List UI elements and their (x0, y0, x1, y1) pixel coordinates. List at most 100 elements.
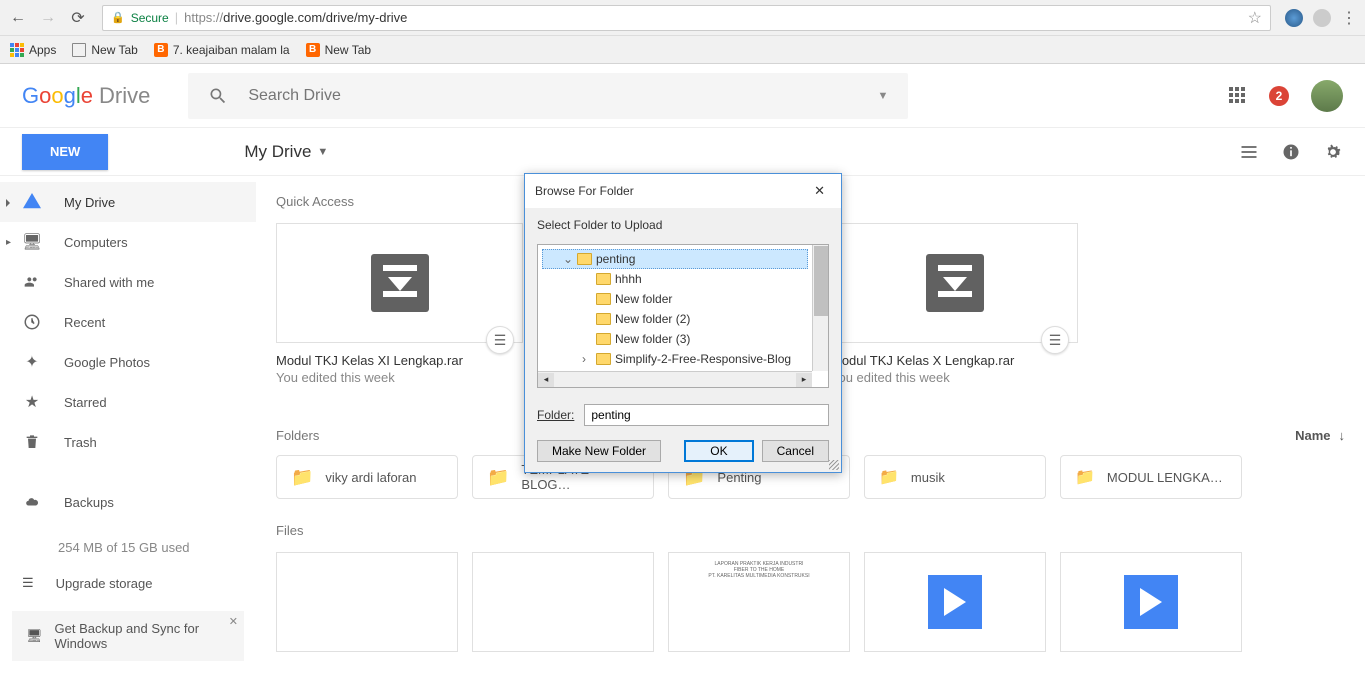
browser-toolbar: ← → ⟳ 🔒 Secure | https://drive.google.co… (0, 0, 1365, 36)
bookmark-keajaiban[interactable]: B7. keajaiban malam la (154, 43, 290, 57)
computer-icon: 🖥 (22, 232, 42, 252)
file-type-badge: ☰ (1041, 326, 1069, 354)
sidebar-item-shared[interactable]: Shared with me (0, 262, 256, 302)
people-icon (22, 274, 42, 290)
vertical-scrollbar[interactable] (812, 245, 828, 371)
folder-icon: 📁 (291, 467, 313, 488)
chrome-menu-icon[interactable]: ⋮ (1341, 8, 1357, 28)
breadcrumb[interactable]: My Drive ▼ (244, 142, 328, 162)
document-preview (473, 553, 653, 651)
folder-icon (596, 293, 611, 305)
lock-icon: 🔒 (111, 11, 125, 24)
drive-icon (23, 193, 41, 211)
archive-icon (371, 254, 429, 312)
folder-card[interactable]: 📁viky ardi laforan (276, 455, 458, 499)
file-card[interactable] (276, 552, 458, 652)
quick-access-card[interactable]: ☰ Modul TKJ Kelas XI Lengkap.rar You edi… (276, 223, 523, 400)
folder-field-label: Folder: (537, 408, 574, 422)
tree-node[interactable]: New folder (3) (542, 329, 808, 349)
tree-node[interactable]: New folder (2) (542, 309, 808, 329)
search-options-icon[interactable]: ▼ (877, 90, 888, 102)
bookmarks-bar: Apps New Tab B7. keajaiban malam la BNew… (0, 36, 1365, 64)
tree-node-root[interactable]: ⌄penting (542, 249, 808, 269)
file-card[interactable] (864, 552, 1046, 652)
bookmark-newtab[interactable]: New Tab (72, 43, 137, 57)
clock-icon (22, 313, 42, 331)
tree-node[interactable]: ›Simplify-2-Free-Responsive-Blog (542, 349, 808, 369)
notifications-badge[interactable]: 2 (1269, 86, 1289, 106)
search-input[interactable] (248, 87, 857, 105)
folder-card[interactable]: 📁MODUL LENGKA… (1060, 455, 1242, 499)
collapse-icon[interactable]: ⌄ (563, 252, 573, 266)
account-avatar[interactable] (1311, 80, 1343, 112)
sidebar-item-recent[interactable]: Recent (0, 302, 256, 342)
settings-icon[interactable] (1323, 142, 1343, 162)
storage-icon: ☰ (22, 575, 34, 591)
files-heading: Files (276, 523, 1345, 538)
make-new-folder-button[interactable]: Make New Folder (537, 440, 661, 462)
file-type-badge: ☰ (486, 326, 514, 354)
folder-icon (596, 333, 611, 345)
address-bar[interactable]: 🔒 Secure | https://drive.google.com/driv… (102, 5, 1271, 31)
sidebar-item-photos[interactable]: ✦Google Photos (0, 342, 256, 382)
bookmark-newtab2[interactable]: BNew Tab (306, 43, 371, 57)
reload-icon[interactable]: ⟳ (68, 8, 88, 28)
sort-control[interactable]: Name↓ (1295, 428, 1345, 443)
folder-card[interactable]: 📁musik (864, 455, 1046, 499)
sidebar-item-computers[interactable]: 🖥Computers▸ (0, 222, 256, 262)
tree-node[interactable]: New folder (542, 289, 808, 309)
sidebar-item-backups[interactable]: Backups (0, 482, 256, 522)
forward-icon[interactable]: → (38, 9, 58, 27)
page-icon (72, 43, 86, 57)
dialog-titlebar[interactable]: Browse For Folder ✕ (525, 174, 841, 208)
new-button[interactable]: NEW (22, 134, 108, 170)
sidebar: My Drive 🖥Computers▸ Shared with me Rece… (0, 176, 256, 698)
google-apps-icon[interactable] (1229, 87, 1247, 105)
extension-icon[interactable] (1285, 9, 1303, 27)
folder-icon (577, 253, 592, 265)
folder-icon (596, 353, 611, 365)
sidebar-item-mydrive[interactable]: My Drive (0, 182, 256, 222)
file-card[interactable]: LAPORAN PRAKTIK KERJA INDUSTRIFIBER TO T… (668, 552, 850, 652)
browse-folder-dialog: Browse For Folder ✕ Select Folder to Upl… (524, 173, 842, 473)
back-icon[interactable]: ← (8, 9, 28, 27)
bookmark-star-icon[interactable]: ☆ (1248, 8, 1262, 28)
google-drive-logo[interactable]: Google Drive (22, 83, 150, 109)
blogger-icon: B (154, 43, 168, 57)
upgrade-storage-link[interactable]: ☰Upgrade storage (0, 563, 256, 603)
apps-bookmark[interactable]: Apps (10, 43, 56, 57)
extension-icon[interactable] (1313, 9, 1331, 27)
arrow-right-icon (1124, 575, 1178, 629)
blogger-icon: B (306, 43, 320, 57)
list-view-icon[interactable] (1239, 142, 1259, 162)
archive-icon (926, 254, 984, 312)
horizontal-scrollbar[interactable]: ◂▸ (538, 371, 812, 387)
close-button[interactable]: ✕ (808, 181, 831, 201)
close-icon[interactable]: ✕ (229, 615, 238, 628)
tree-node[interactable]: hhhh (542, 269, 808, 289)
expand-icon[interactable]: › (582, 352, 592, 366)
file-card[interactable] (472, 552, 654, 652)
quick-access-card[interactable]: ☰ Modul TKJ Kelas X Lengkap.rar You edit… (831, 223, 1078, 400)
folder-icon (596, 313, 611, 325)
sidebar-item-trash[interactable]: Trash (0, 422, 256, 462)
folder-icon: 📁 (487, 467, 509, 488)
sidebar-item-starred[interactable]: ★Starred (0, 382, 256, 422)
ok-button[interactable]: OK (684, 440, 753, 462)
folders-heading: Folders (276, 428, 319, 443)
resize-grip[interactable] (829, 460, 839, 470)
backup-sync-banner[interactable]: 🖥 Get Backup and Sync for Windows ✕ (12, 611, 244, 661)
url-text: https://drive.google.com/drive/my-drive (184, 10, 407, 25)
search-box[interactable]: ▼ (188, 73, 908, 119)
storage-usage: 254 MB of 15 GB used (0, 540, 256, 555)
apps-icon (10, 43, 24, 57)
details-icon[interactable] (1281, 142, 1301, 162)
document-preview (277, 553, 457, 651)
search-icon[interactable] (208, 86, 228, 106)
google-logo: Google (22, 83, 93, 109)
chevron-down-icon: ▼ (317, 146, 328, 158)
cancel-button[interactable]: Cancel (762, 440, 829, 462)
arrow-down-icon: ↓ (1339, 428, 1346, 443)
file-card[interactable] (1060, 552, 1242, 652)
folder-name-input[interactable] (584, 404, 829, 426)
